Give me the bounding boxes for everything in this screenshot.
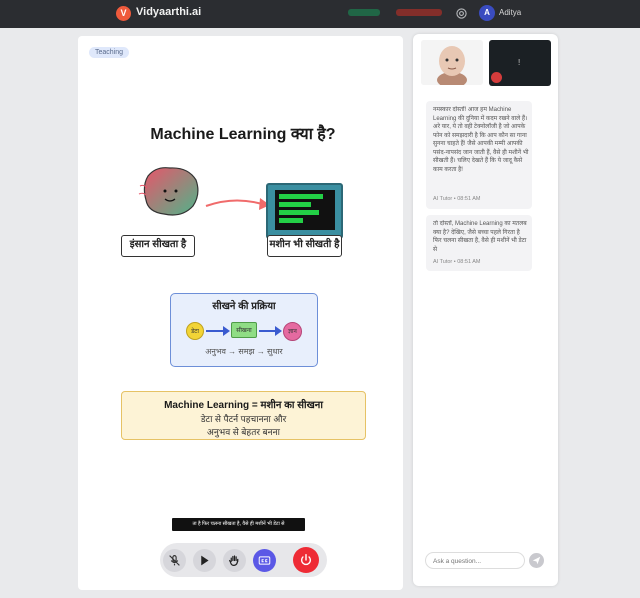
process-step-knowledge: ज्ञान bbox=[283, 322, 302, 341]
end-call-button[interactable] bbox=[293, 547, 319, 573]
tutor-video-tile[interactable] bbox=[421, 40, 483, 85]
machine-learns-label: मशीन भी सीखती है bbox=[267, 235, 342, 257]
machine-screen-illustration bbox=[266, 183, 343, 239]
mic-off-icon bbox=[169, 555, 180, 566]
process-step-learning: सीखना bbox=[231, 322, 257, 338]
hand-icon bbox=[229, 555, 239, 566]
live-caption: ता है फिर चलना सीखता है, वैसे ही मशीनें … bbox=[172, 518, 305, 531]
human-learns-label: इंसान सीखता है bbox=[121, 235, 195, 257]
nav-item-end-session[interactable] bbox=[396, 9, 442, 16]
brand-name[interactable]: Vidyaarthi.ai bbox=[136, 6, 201, 18]
mode-badge: Teaching bbox=[89, 47, 130, 58]
process-step-data: डेटा bbox=[186, 322, 204, 340]
process-flow-text: अनुभव → समझ → सुधार bbox=[205, 347, 283, 356]
top-bar bbox=[0, 0, 640, 28]
tutor-avatar bbox=[421, 40, 483, 85]
chat-message-meta: AI Tutor • 08:51 AM bbox=[433, 196, 481, 202]
mute-button[interactable] bbox=[163, 549, 186, 572]
self-video-indicator: ! bbox=[518, 58, 521, 67]
captions-icon bbox=[258, 556, 271, 565]
play-icon bbox=[201, 555, 209, 566]
user-name[interactable]: Aditya bbox=[499, 8, 521, 17]
camera-off-icon[interactable] bbox=[491, 72, 502, 83]
learning-arrow bbox=[205, 198, 270, 210]
brand-logo-icon[interactable]: V bbox=[116, 6, 131, 21]
arrow-right-icon bbox=[259, 326, 282, 336]
definition-line-1: डेटा से पैटर्न पहचानना और bbox=[200, 414, 287, 424]
chat-input[interactable] bbox=[433, 555, 521, 567]
play-button[interactable] bbox=[193, 549, 216, 572]
definition-line-2: अनुभव से बेहतर बनना bbox=[207, 427, 280, 437]
arrow-right-icon bbox=[206, 326, 230, 336]
chat-input-wrapper bbox=[425, 552, 525, 569]
nav-item-status[interactable] bbox=[348, 9, 380, 16]
definition-title: Machine Learning = मशीन का सीखना bbox=[164, 400, 323, 411]
human-brain-illustration bbox=[138, 167, 199, 216]
power-icon bbox=[300, 554, 312, 566]
raise-hand-button[interactable] bbox=[223, 549, 246, 572]
send-button[interactable] bbox=[529, 553, 544, 568]
chat-message-meta: AI Tutor • 08:51 AM bbox=[433, 259, 481, 265]
send-icon bbox=[532, 556, 541, 565]
user-avatar[interactable]: A bbox=[479, 5, 495, 21]
chat-message-text: तो दोस्तों, Machine Learning का मतलब क्य… bbox=[433, 221, 527, 253]
learning-process-title: सीखने की प्रक्रिया bbox=[212, 301, 276, 312]
captions-button[interactable] bbox=[253, 549, 276, 572]
lesson-title: Machine Learning क्या है? bbox=[150, 126, 336, 143]
gear-icon[interactable] bbox=[455, 7, 468, 20]
chat-message-text: नमस्कार दोस्तों! आज हम Machine Learning … bbox=[433, 107, 529, 173]
